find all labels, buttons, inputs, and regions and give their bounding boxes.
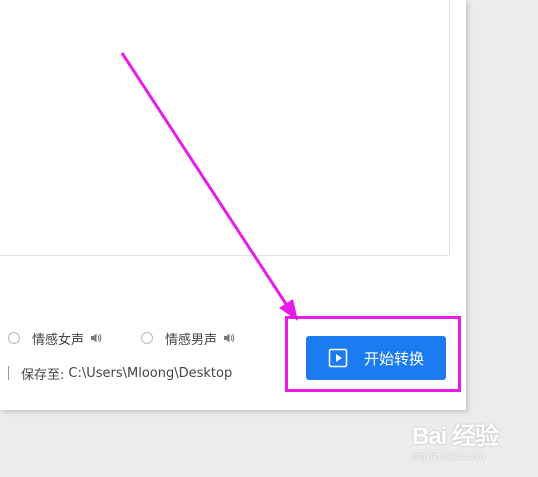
app-window: 情感女声 情感男声 保存至: C:\Users\Mloong\Desktop 开…: [0, 0, 466, 410]
voice-option-female[interactable]: 情感女声: [8, 329, 103, 348]
voice-radio-male[interactable]: [141, 332, 153, 344]
save-label: 保存至:: [21, 367, 65, 383]
voice-label-female: 情感女声: [32, 332, 85, 348]
voice-radio-female[interactable]: [8, 332, 20, 344]
text-input-area[interactable]: [0, 0, 450, 256]
start-convert-button[interactable]: 开始转换: [306, 336, 446, 380]
save-location: 保存至: C:\Users\Mloong\Desktop: [8, 363, 232, 383]
voice-option-male[interactable]: 情感男声: [141, 329, 236, 348]
speaker-icon[interactable]: [89, 331, 103, 345]
watermark-url: jingyan.baidu.com: [412, 451, 485, 461]
speaker-icon[interactable]: [222, 331, 236, 345]
start-convert-label: 开始转换: [363, 349, 424, 368]
baidu-watermark: Bai 经验 jingyan.baidu.com: [412, 416, 512, 466]
watermark-logo: Bai 经验: [412, 423, 499, 450]
save-path[interactable]: C:\Users\Mloong\Desktop: [68, 366, 232, 381]
voice-label-male: 情感男声: [165, 332, 218, 348]
divider: [8, 366, 9, 380]
play-icon: [328, 348, 348, 368]
